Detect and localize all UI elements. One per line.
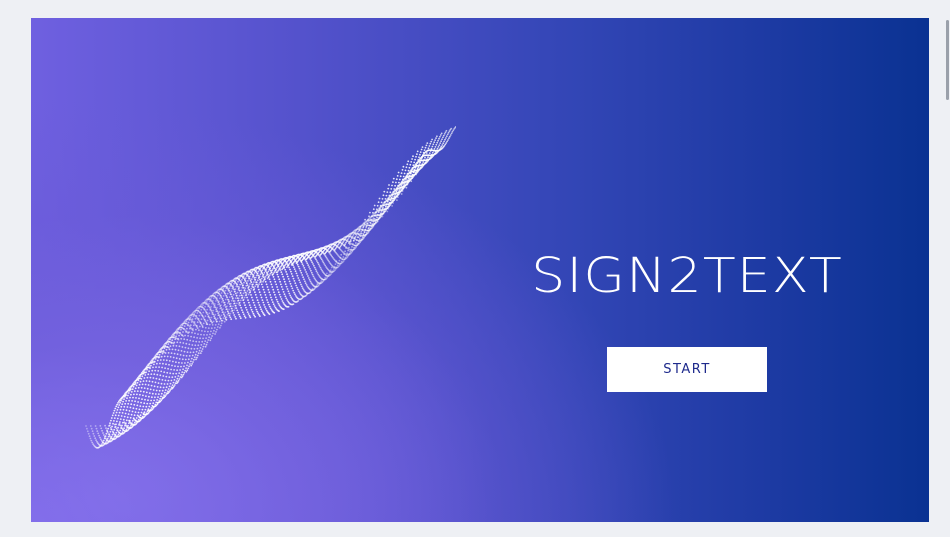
start-button[interactable]: START: [607, 347, 767, 392]
page: SIGN2TEXT START: [0, 0, 950, 537]
particle-wave-icon: [85, 126, 456, 449]
app-title: SIGN2TEXT: [531, 248, 843, 304]
scrollbar[interactable]: [944, 0, 950, 537]
scrollbar-thumb[interactable]: [946, 20, 949, 100]
hero-banner: SIGN2TEXT START: [31, 18, 929, 522]
